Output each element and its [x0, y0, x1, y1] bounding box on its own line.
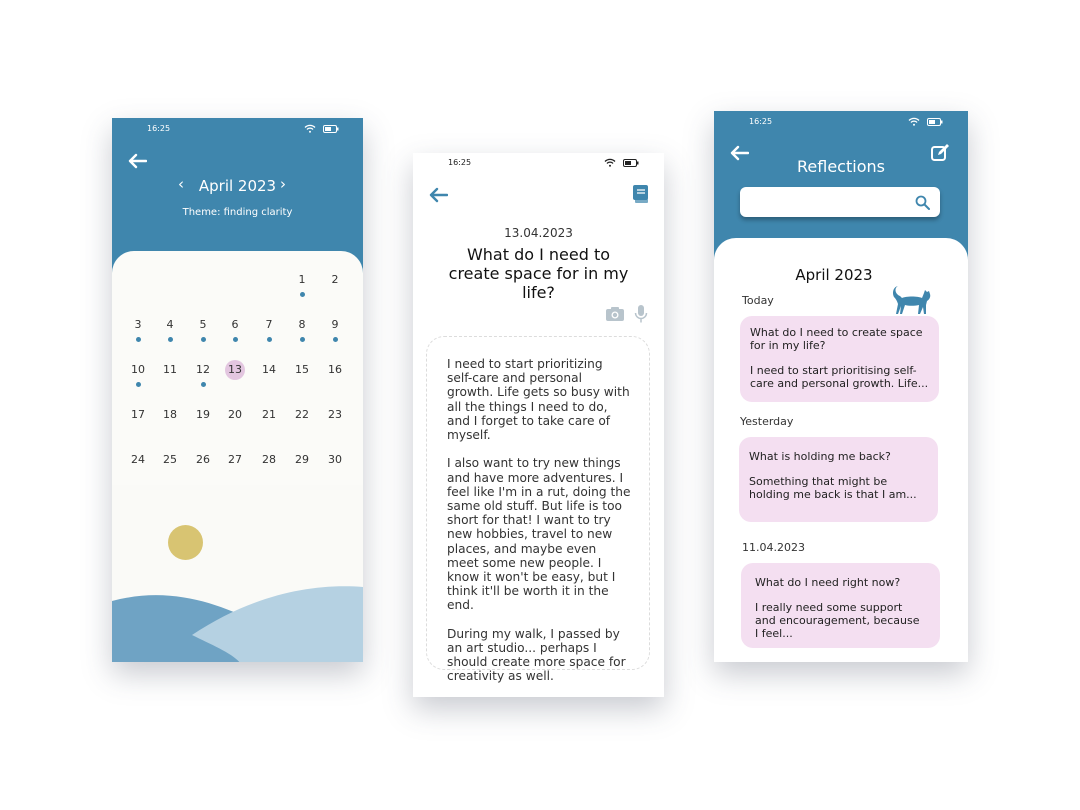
- calendar-day[interactable]: 5: [188, 318, 218, 331]
- entry-dot: [200, 337, 206, 342]
- hills-illustration: [112, 586, 363, 662]
- calendar-day[interactable]: 8: [287, 318, 317, 331]
- reflection-card[interactable]: What do I need right now? I really need …: [741, 563, 940, 648]
- calendar-day[interactable]: 28: [254, 453, 284, 466]
- card-question: What is holding me back?: [749, 450, 891, 463]
- calendar-day[interactable]: 21: [254, 408, 284, 421]
- calendar-day[interactable]: 1: [287, 273, 317, 286]
- calendar-panel: 1 2 3 4 5 6 7 8 9 10 11 12 13 14 15 16 17 18 19 20 21 22 23 24 2…: [112, 251, 363, 662]
- month-title: April 2023: [198, 177, 277, 195]
- search-input[interactable]: [740, 187, 940, 217]
- reflections-screen: 16:25 Reflections April 2023 Today What …: [714, 111, 968, 662]
- search-icon[interactable]: [915, 195, 930, 210]
- wifi-icon: [604, 158, 616, 167]
- reflection-card[interactable]: What is holding me back? Something that …: [739, 437, 938, 522]
- calendar-day[interactable]: 6: [220, 318, 250, 331]
- calendar-day[interactable]: 2: [320, 273, 350, 286]
- entry-paragraph: I also want to try new things and have m…: [447, 456, 631, 613]
- calendar-day[interactable]: 11: [155, 363, 185, 376]
- book-icon[interactable]: [632, 184, 650, 204]
- calendar-day[interactable]: 16: [320, 363, 350, 376]
- entry-dot: [200, 382, 206, 387]
- calendar-day[interactable]: 30: [320, 453, 350, 466]
- calendar-day[interactable]: 25: [155, 453, 185, 466]
- landscape: [112, 485, 363, 662]
- entry-dot: [232, 337, 238, 342]
- reflections-list: April 2023 Today What do I need to creat…: [714, 238, 968, 662]
- card-preview: Something that might be holding me back …: [749, 475, 917, 501]
- calendar-day[interactable]: 26: [188, 453, 218, 466]
- card-question: What do I need right now?: [755, 576, 901, 589]
- next-month-button[interactable]: ›: [280, 175, 286, 193]
- card-question: What do I need to create space for in my…: [750, 326, 923, 352]
- microphone-icon[interactable]: [634, 304, 648, 324]
- wifi-icon: [304, 124, 316, 133]
- calendar-day[interactable]: 27: [220, 453, 250, 466]
- card-preview: I need to start prioritising self-care a…: [750, 364, 929, 390]
- calendar-day[interactable]: 10: [123, 363, 153, 376]
- back-arrow-icon[interactable]: [127, 153, 147, 169]
- status-time: 16:25: [448, 158, 472, 167]
- entry-dot: [167, 337, 173, 342]
- calendar-day[interactable]: 20: [220, 408, 250, 421]
- journal-entry-screen: 16:25 13.04.2023 What do I need to creat…: [413, 153, 664, 697]
- theme-label: Theme: finding clarity: [182, 207, 293, 218]
- entry-dot: [266, 337, 272, 342]
- battery-icon: [623, 159, 639, 167]
- entry-text-area[interactable]: I need to start prioritizing self-care a…: [426, 336, 650, 683]
- entry-dot: [299, 292, 305, 297]
- page-title: Reflections: [797, 157, 885, 176]
- group-label: Today: [742, 294, 774, 307]
- calendar-day[interactable]: 7: [254, 318, 284, 331]
- group-label: 11.04.2023: [742, 541, 805, 554]
- month-heading: April 2023: [795, 266, 873, 284]
- entry-date: 13.04.2023: [504, 226, 573, 240]
- cat-illustration: [893, 286, 931, 314]
- calendar-screen: 16:25 ‹ April 2023 › Theme: finding clar…: [112, 118, 363, 662]
- wifi-icon: [908, 117, 920, 126]
- calendar-day[interactable]: 15: [287, 363, 317, 376]
- calendar-day[interactable]: 19: [188, 408, 218, 421]
- reflection-card[interactable]: What do I need to create space for in my…: [740, 316, 939, 402]
- calendar-day[interactable]: 22: [287, 408, 317, 421]
- calendar-day[interactable]: 17: [123, 408, 153, 421]
- group-label: Yesterday: [740, 415, 794, 428]
- entry-dot: [135, 382, 141, 387]
- status-time: 16:25: [749, 117, 773, 126]
- camera-icon[interactable]: [605, 306, 625, 322]
- calendar-day[interactable]: 9: [320, 318, 350, 331]
- entry-dot: [332, 337, 338, 342]
- calendar-day[interactable]: 14: [254, 363, 284, 376]
- calendar-day[interactable]: 3: [123, 318, 153, 331]
- calendar-day[interactable]: 24: [123, 453, 153, 466]
- back-arrow-icon[interactable]: [428, 187, 448, 203]
- battery-icon: [927, 118, 943, 126]
- entry-dot: [135, 337, 141, 342]
- calendar-day[interactable]: 13: [220, 363, 250, 376]
- calendar-day[interactable]: 23: [320, 408, 350, 421]
- status-time: 16:25: [147, 124, 171, 133]
- calendar-day[interactable]: 29: [287, 453, 317, 466]
- sun-illustration: [168, 525, 203, 560]
- calendar-day[interactable]: 4: [155, 318, 185, 331]
- battery-icon: [323, 125, 339, 133]
- calendar-day[interactable]: 12: [188, 363, 218, 376]
- card-preview: I really need some support and encourage…: [755, 601, 920, 640]
- entry-paragraph: During my walk, I passed by an art studi…: [447, 626, 626, 684]
- entry-question: What do I need to create space for in my…: [448, 245, 629, 302]
- calendar-day[interactable]: 18: [155, 408, 185, 421]
- entry-dot: [299, 337, 305, 342]
- entry-paragraph: I need to start prioritizing self-care a…: [447, 357, 630, 443]
